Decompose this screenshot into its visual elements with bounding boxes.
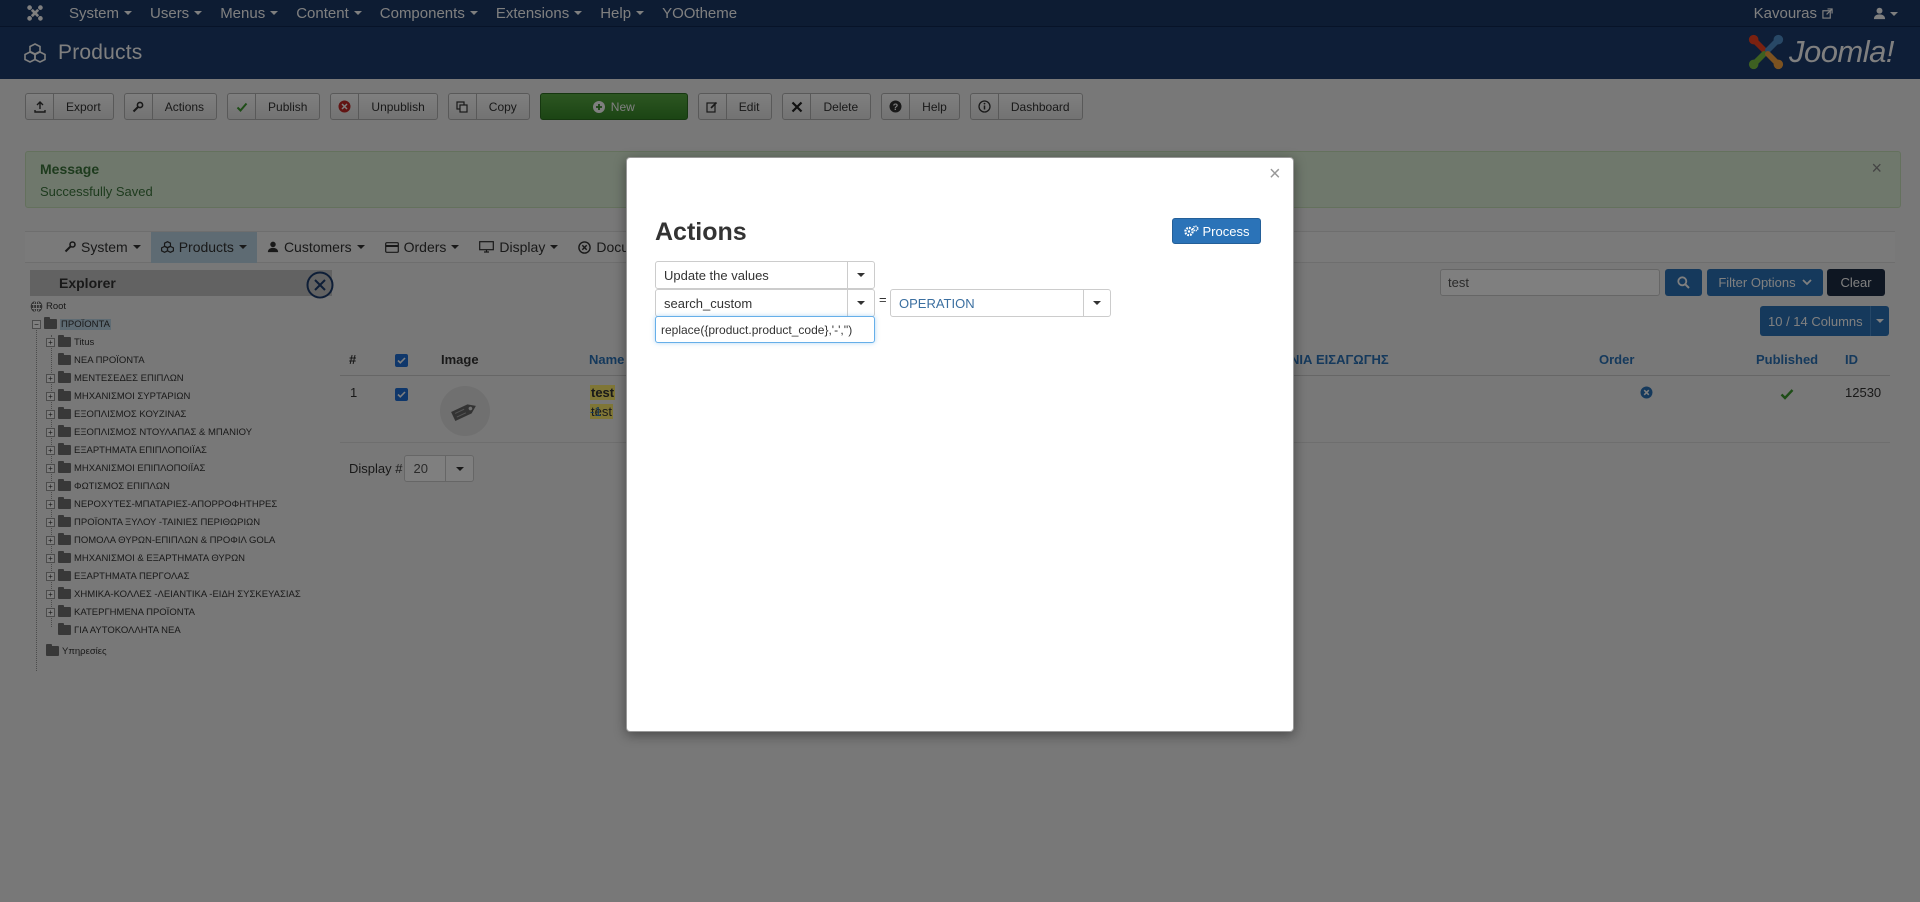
actions-modal: × Actions Process Update the values sear… <box>626 157 1294 732</box>
chevron-down-icon <box>847 290 874 316</box>
operation-select[interactable]: OPERATION <box>890 289 1111 317</box>
chevron-down-icon <box>1083 290 1110 316</box>
modal-title: Actions <box>655 218 747 246</box>
modal-close-button[interactable]: × <box>1269 163 1281 186</box>
process-button[interactable]: Process <box>1172 218 1261 244</box>
field-select[interactable]: search_custom <box>655 289 875 317</box>
process-label: Process <box>1202 223 1250 239</box>
chevron-down-icon <box>847 262 874 288</box>
gears-icon <box>1183 225 1199 237</box>
action-type-value: Update the values <box>664 267 769 283</box>
field-value: search_custom <box>664 295 753 311</box>
expression-value: replace({product.product_code},'-','') <box>661 322 853 337</box>
operation-value: OPERATION <box>899 295 975 311</box>
equals-sign: = <box>879 292 887 307</box>
action-type-select[interactable]: Update the values <box>655 261 875 289</box>
expression-input[interactable]: replace({product.product_code},'-','') <box>655 316 875 343</box>
